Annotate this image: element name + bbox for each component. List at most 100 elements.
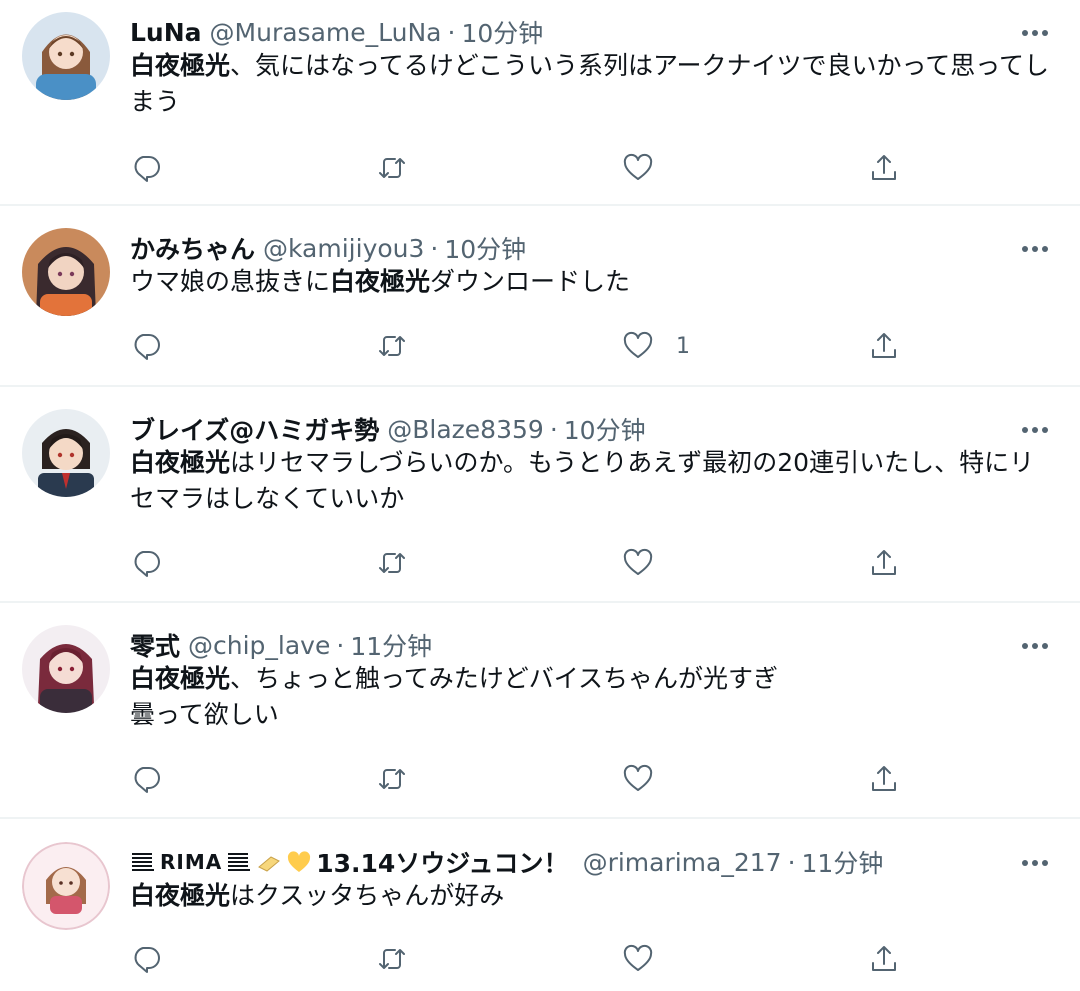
reply-icon [134,334,160,360]
share-button[interactable] [868,148,900,188]
tweet-body: 、気にはなってるけどこういう系列はアークナイツで良いかって思ってしまう [130,51,1050,116]
heart-icon [623,548,653,575]
heart-icon [623,153,653,180]
tweet-text: 白夜極光、気にはなってるけどこういう系列はアークナイツで良いかって思ってしまう [130,48,1050,120]
heart-icon [623,331,653,358]
retweet-button[interactable] [376,148,408,188]
tweet[interactable]: RIMA 13.14ソウジュコン！ @rimarima_217 · 11分钟 白… [0,842,1080,991]
avatar[interactable] [22,228,110,316]
tweet[interactable]: 零式 @chip_lave · 11分钟 白夜極光、ちょっと触ってみたけどバイス… [0,625,1080,815]
reply-button[interactable] [130,148,162,188]
share-icon [872,333,896,358]
divider [0,385,1080,387]
display-name-part2: 13.14ソウジュコン！ [316,849,569,878]
retweet-icon [379,769,405,789]
more-icon[interactable] [1012,848,1058,878]
tweet-text: 白夜極光はリセマラしづらいのか。もうとりあえず最初の20連引いたし、特にリセマラ… [130,445,1050,517]
divider [0,601,1080,603]
reply-icon [134,767,160,793]
reply-button[interactable] [130,759,162,799]
divider [0,204,1080,206]
tweet[interactable]: ブレイズ@ハミガキ勢 @Blaze8359 · 10分钟 白夜極光はリセマラしづ… [0,409,1080,599]
share-button[interactable] [868,939,900,979]
tweet-body: はリセマラしづらいのか。もうとりあえず最初の20連引いたし、特にリセマラはしなく… [130,448,1035,513]
avatar[interactable] [22,625,110,713]
share-icon [872,946,896,971]
display-name[interactable]: RIMA 13.14ソウジュコン！ [130,844,569,880]
timestamp[interactable]: 10分钟 [461,14,543,50]
tweet-prefix: ウマ娘の息抜きに [130,267,331,296]
handle[interactable]: @chip_lave [188,631,330,660]
share-button[interactable] [868,759,900,799]
timestamp[interactable]: 10分钟 [564,411,646,447]
display-name[interactable]: ブレイズ@ハミガキ勢 [130,411,379,447]
yellow-heart-icon [288,851,311,872]
keyword: 白夜極光 [130,448,231,477]
keyword: 白夜極光 [130,51,231,80]
separator: · [336,630,345,660]
handle[interactable]: @kamijiyou3 [263,234,424,263]
share-button[interactable] [868,326,900,366]
tweet-body: はクスッタちゃんが好み [230,881,505,910]
tweet-text: 白夜極光はクスッタちゃんが好み [130,878,1050,914]
separator: · [447,17,456,47]
tweet[interactable]: LuNa @Murasame_LuNa · 10分钟 白夜極光、気にはなってるけ… [0,12,1080,202]
reply-button[interactable] [130,543,162,583]
avatar[interactable] [22,842,110,930]
divider [0,817,1080,819]
reply-button[interactable] [130,939,162,979]
like-button[interactable] [622,148,676,188]
like-button[interactable] [622,759,676,799]
keyword: 白夜極光 [130,664,231,693]
share-icon [872,155,896,180]
share-icon [872,550,896,575]
reply-icon [134,156,160,182]
reply-icon [134,947,160,973]
separator: · [787,847,796,877]
tweet-body-line2: 曇って欲しい [130,700,279,729]
bars-icon [228,853,251,871]
retweet-icon [379,158,405,178]
display-name[interactable]: 零式 [130,627,180,663]
retweet-button[interactable] [376,543,408,583]
tweet-text: 白夜極光、ちょっと触ってみたけどバイスちゃんが光すぎ曇って欲しい [130,661,1050,733]
tweet-body: ダウンロードした [430,267,631,296]
more-icon[interactable] [1012,234,1058,264]
share-button[interactable] [868,543,900,583]
heart-icon [623,944,653,971]
heart-icon [623,764,653,791]
display-name[interactable]: かみちゃん [130,230,255,266]
handle[interactable]: @rimarima_217 [583,848,782,877]
retweet-icon [379,949,405,969]
separator: · [549,414,558,444]
share-icon [872,766,896,791]
more-icon[interactable] [1012,18,1058,48]
avatar[interactable] [22,12,110,100]
timestamp[interactable]: 11分钟 [350,627,432,663]
display-name[interactable]: LuNa [130,18,202,47]
tweet[interactable]: かみちゃん @kamijiyou3 · 10分钟 ウマ娘の息抜きに白夜極光ダウン… [0,228,1080,383]
timestamp[interactable]: 11分钟 [802,844,884,880]
reply-button[interactable] [130,326,162,366]
like-count: 1 [676,333,690,359]
bars-icon [132,853,154,871]
timestamp[interactable]: 10分钟 [444,230,526,266]
more-icon[interactable] [1012,631,1058,661]
handle[interactable]: @Murasame_LuNa [210,18,442,47]
display-name-part1: RIMA [160,850,223,874]
retweet-button[interactable] [376,326,408,366]
tweet-body-line1: 、ちょっと触ってみたけどバイスちゃんが光すぎ [230,664,779,693]
reply-icon [134,551,160,577]
avatar[interactable] [22,409,110,497]
retweet-icon [379,336,405,356]
like-button[interactable]: 1 [622,326,690,366]
retweet-button[interactable] [376,939,408,979]
butter-icon [258,856,281,872]
keyword: 白夜極光 [330,267,431,296]
handle[interactable]: @Blaze8359 [387,415,544,444]
like-button[interactable] [622,939,676,979]
like-button[interactable] [622,543,676,583]
more-icon[interactable] [1012,415,1058,445]
retweet-icon [379,553,405,573]
retweet-button[interactable] [376,759,408,799]
